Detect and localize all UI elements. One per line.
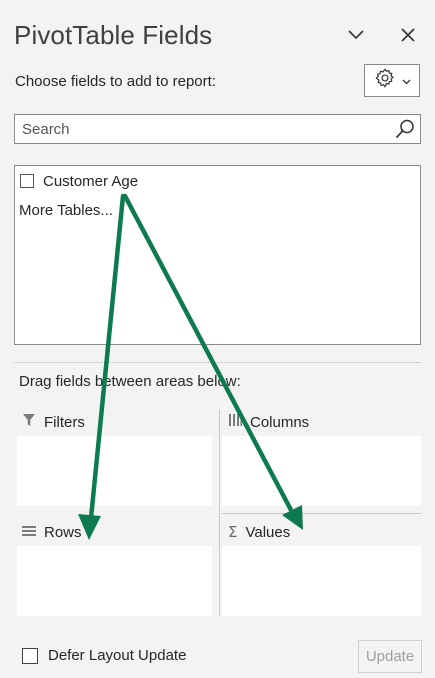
columns-icon — [228, 413, 242, 431]
chevron-down-small-icon — [402, 72, 411, 90]
columns-area-header: Columns — [228, 411, 309, 433]
tools-button[interactable] — [364, 64, 420, 97]
filters-area-header: Filters — [22, 411, 85, 433]
pane-subtitle: Choose fields to add to report: — [15, 73, 216, 90]
defer-layout-label: Defer Layout Update — [48, 647, 187, 664]
rows-area-header: Rows — [22, 521, 82, 543]
areas-horizontal-divider — [222, 513, 421, 514]
field-checkbox[interactable] — [20, 174, 34, 188]
search-input[interactable] — [15, 115, 385, 143]
gear-icon — [374, 67, 396, 94]
update-button[interactable]: Update — [358, 640, 422, 673]
rows-label: Rows — [44, 523, 82, 541]
columns-drop-zone[interactable] — [222, 436, 421, 506]
filters-drop-zone[interactable] — [17, 436, 212, 506]
pivottable-fields-pane: PivotTable Fields Choose fields to add t… — [0, 0, 435, 678]
sigma-icon: Σ — [228, 523, 238, 541]
values-area-header: Σ Values — [228, 521, 290, 543]
values-drop-zone[interactable] — [222, 546, 421, 616]
more-tables-link[interactable]: More Tables... — [19, 202, 113, 219]
defer-layout-update[interactable]: Defer Layout Update — [22, 647, 186, 664]
section-splitter[interactable] — [14, 362, 421, 363]
chevron-down-icon[interactable] — [343, 22, 369, 48]
columns-label: Columns — [250, 413, 310, 431]
areas-instruction: Drag fields between areas below: — [19, 373, 241, 390]
field-label: Customer Age — [43, 172, 139, 190]
pane-title: PivotTable Fields — [14, 20, 213, 50]
close-icon[interactable] — [395, 22, 421, 48]
rows-drop-zone[interactable] — [17, 546, 212, 616]
areas-vertical-divider — [219, 410, 220, 616]
field-item-customer-age[interactable]: Customer Age — [20, 171, 138, 191]
values-label: Values — [245, 523, 291, 541]
filters-label: Filters — [44, 413, 85, 431]
rows-icon — [22, 524, 36, 541]
search-box — [14, 114, 421, 144]
field-list: Customer Age More Tables... — [14, 165, 421, 345]
defer-layout-checkbox[interactable] — [22, 647, 38, 664]
filter-icon — [22, 413, 36, 431]
search-icon[interactable] — [394, 118, 416, 140]
